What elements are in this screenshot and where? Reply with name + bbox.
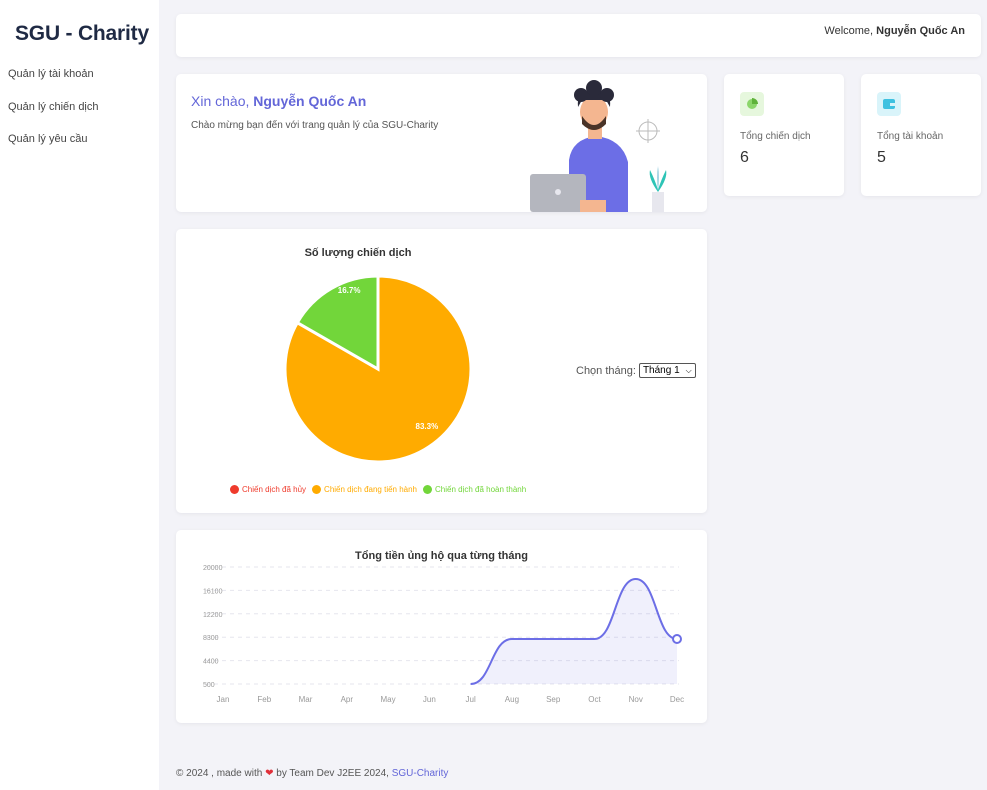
x-tick-label: Mar xyxy=(299,695,313,704)
stat-card-accounts: Tổng tài khoản 5 xyxy=(861,74,981,196)
welcome-text: Welcome, Nguyễn Quốc An xyxy=(824,25,965,37)
x-tick-label: Feb xyxy=(257,695,271,704)
y-tick-label: 12200 xyxy=(203,612,223,619)
x-tick-label: Aug xyxy=(505,695,519,704)
sidebar: SGU - Charity Quản lý tài khoản Quản lý … xyxy=(0,0,159,790)
month-select[interactable]: Tháng 1 ⌵ xyxy=(638,363,696,378)
x-tick-label: Nov xyxy=(629,695,643,704)
y-tick-label: 16100 xyxy=(203,588,223,595)
y-tick-label: 500 xyxy=(203,682,215,689)
donation-line-card: Tổng tiền ủng hộ qua từng tháng 20000 161… xyxy=(176,530,707,723)
legend-label: Chiến dịch đã hủy xyxy=(242,485,307,494)
greeting-card: Xin chào, Nguyễn Quốc An Chào mừng bạn đ… xyxy=(176,74,707,212)
x-tick-label: Jul xyxy=(466,695,476,704)
x-tick-label: Jun xyxy=(423,695,436,704)
footer: © 2024 , made with ❤ by Team Dev J2EE 20… xyxy=(176,768,448,779)
pie-legend: Chiến dịch đã hủy Chiến dịch đang tiến h… xyxy=(230,485,526,494)
stat-value: 5 xyxy=(877,149,886,166)
brand-logo[interactable]: SGU - Charity xyxy=(15,22,149,46)
stat-card-campaigns: Tổng chiến dịch 6 xyxy=(724,74,844,196)
x-tick-label: Oct xyxy=(588,695,601,704)
plant-icon xyxy=(649,166,667,212)
legend-dot xyxy=(230,485,239,494)
stat-label: Tổng chiến dịch xyxy=(740,131,811,142)
main-content: Welcome, Nguyễn Quốc An Xin chào, Nguyễn… xyxy=(159,0,987,790)
sidebar-item-campaigns[interactable]: Quản lý chiến dịch xyxy=(8,101,99,113)
legend-item-cancelled[interactable]: Chiến dịch đã hủy xyxy=(230,485,306,494)
month-selector: Chọn tháng: Tháng 1 ⌵ xyxy=(576,363,696,378)
man-with-laptop-illustration xyxy=(530,80,667,212)
sidebar-item-requests[interactable]: Quản lý yêu cầu xyxy=(8,133,88,145)
chevron-down-icon: ⌵ xyxy=(685,365,692,375)
footer-link[interactable]: SGU-Charity xyxy=(392,768,449,779)
footer-by: by Team Dev J2EE 2024, xyxy=(273,768,392,779)
legend-label: Chiến dịch đã hoàn thành xyxy=(435,485,527,494)
target-icon xyxy=(636,119,660,143)
legend-dot xyxy=(312,485,322,494)
pie-chart-icon xyxy=(740,92,764,116)
data-point-marker[interactable] xyxy=(672,634,682,644)
x-tick-label: Apr xyxy=(341,695,354,704)
stat-value: 6 xyxy=(740,149,749,166)
sidebar-item-accounts[interactable]: Quản lý tài khoản xyxy=(8,68,94,80)
wallet-icon xyxy=(877,92,901,116)
line-chart: 20000 16100 12200 8300 4400 500Jan Feb Mar Apr Ma… xyxy=(203,565,684,704)
y-tick-label: 8300 xyxy=(203,635,219,642)
area-fill xyxy=(470,579,677,684)
top-bar: Welcome, Nguyễn Quốc An xyxy=(176,14,981,57)
y-tick-label: 20000 xyxy=(203,565,223,572)
stat-label: Tổng tài khoản xyxy=(877,131,944,142)
legend-item-in-progress[interactable]: Chiến dịch đang tiến hành xyxy=(312,485,417,494)
footer-text: © 2024 , made with xyxy=(176,768,266,779)
month-select-label: Chọn tháng: xyxy=(576,364,636,377)
campaign-pie-card: Số lượng chiến dịch 83.3% 16.7% Chiến dịc… xyxy=(176,229,707,513)
legend-dot xyxy=(423,485,433,494)
x-tick-label: Dec xyxy=(670,695,684,704)
x-tick-label: Sep xyxy=(546,695,561,704)
x-tick-label: May xyxy=(381,695,396,704)
x-tick-label: Jan xyxy=(217,695,230,704)
welcome-user-name: Nguyễn Quốc An xyxy=(876,25,965,37)
month-select-value: Tháng 1 xyxy=(642,365,680,376)
pie-data-label: 16.7% xyxy=(338,286,361,295)
legend-label: Chiến dịch đang tiến hành xyxy=(324,485,418,494)
welcome-prefix: Welcome, xyxy=(824,25,877,37)
legend-item-completed[interactable]: Chiến dịch đã hoàn thành xyxy=(423,485,526,494)
pie-data-label: 83.3% xyxy=(416,422,439,431)
y-tick-label: 4400 xyxy=(203,659,219,666)
